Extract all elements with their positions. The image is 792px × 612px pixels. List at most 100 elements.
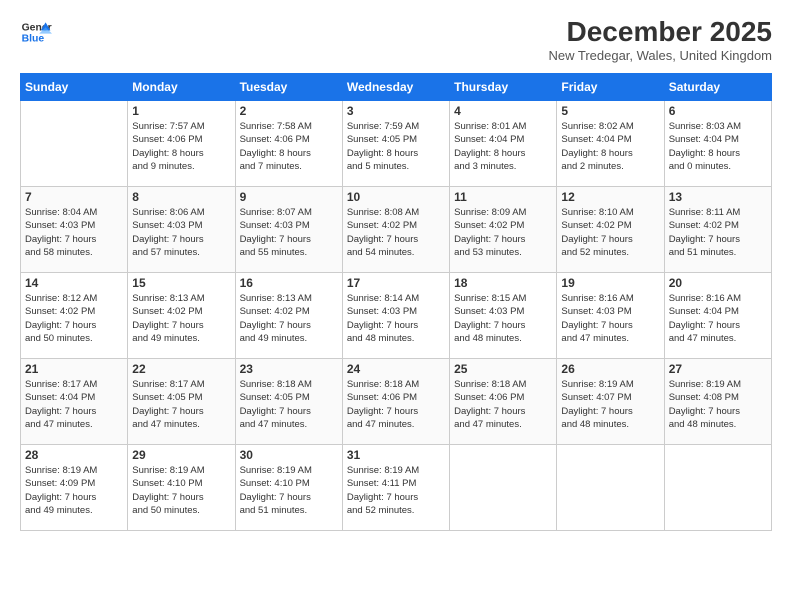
day-number: 4 [454, 104, 552, 118]
day-info: Sunrise: 8:18 AM Sunset: 4:06 PM Dayligh… [347, 378, 445, 431]
day-number: 31 [347, 448, 445, 462]
calendar-cell: 26 Sunrise: 8:19 AM Sunset: 4:07 PM Dayli… [557, 359, 664, 445]
day-number: 12 [561, 190, 659, 204]
day-info: Sunrise: 7:57 AM Sunset: 4:06 PM Dayligh… [132, 120, 230, 173]
day-info: Sunrise: 8:03 AM Sunset: 4:04 PM Dayligh… [669, 120, 767, 173]
calendar-table: SundayMondayTuesdayWednesdayThursdayFrid… [20, 73, 772, 531]
logo-icon: General Blue [20, 16, 52, 48]
calendar-cell: 7 Sunrise: 8:04 AM Sunset: 4:03 PM Daylig… [21, 187, 128, 273]
calendar-cell: 25 Sunrise: 8:18 AM Sunset: 4:06 PM Dayli… [450, 359, 557, 445]
location-subtitle: New Tredegar, Wales, United Kingdom [548, 48, 772, 63]
day-number: 5 [561, 104, 659, 118]
calendar-cell: 22 Sunrise: 8:17 AM Sunset: 4:05 PM Dayli… [128, 359, 235, 445]
calendar-week-4: 21Sunrise: 8:17 AM Sunset: 4:04 PM Dayli… [21, 359, 772, 445]
day-number: 14 [25, 276, 123, 290]
day-number: 26 [561, 362, 659, 376]
calendar-cell: 19 Sunrise: 8:16 AM Sunset: 4:03 PM Dayli… [557, 273, 664, 359]
day-info: Sunrise: 8:12 AM Sunset: 4:02 PM Dayligh… [25, 292, 123, 345]
calendar-cell: 31 Sunrise: 8:19 AM Sunset: 4:11 PM Dayli… [342, 445, 449, 531]
calendar-cell [450, 445, 557, 531]
calendar-cell [664, 445, 771, 531]
day-info: Sunrise: 8:04 AM Sunset: 4:03 PM Dayligh… [25, 206, 123, 259]
svg-text:Blue: Blue [22, 34, 45, 45]
calendar-cell: 17Sunrise: 8:14 AM Sunset: 4:03 PM Dayli… [342, 273, 449, 359]
day-number: 30 [240, 448, 338, 462]
day-info: Sunrise: 7:58 AM Sunset: 4:06 PM Dayligh… [240, 120, 338, 173]
weekday-header-friday: Friday [557, 74, 664, 101]
day-number: 6 [669, 104, 767, 118]
day-info: Sunrise: 8:17 AM Sunset: 4:05 PM Dayligh… [132, 378, 230, 431]
day-info: Sunrise: 7:59 AM Sunset: 4:05 PM Dayligh… [347, 120, 445, 173]
day-info: Sunrise: 8:15 AM Sunset: 4:03 PM Dayligh… [454, 292, 552, 345]
weekday-header-wednesday: Wednesday [342, 74, 449, 101]
calendar-week-2: 7 Sunrise: 8:04 AM Sunset: 4:03 PM Daylig… [21, 187, 772, 273]
weekday-header-saturday: Saturday [664, 74, 771, 101]
day-info: Sunrise: 8:16 AM Sunset: 4:03 PM Dayligh… [561, 292, 659, 345]
calendar-cell: 2 Sunrise: 7:58 AM Sunset: 4:06 PM Daylig… [235, 101, 342, 187]
weekday-header-tuesday: Tuesday [235, 74, 342, 101]
day-info: Sunrise: 8:16 AM Sunset: 4:04 PM Dayligh… [669, 292, 767, 345]
day-info: Sunrise: 8:19 AM Sunset: 4:07 PM Dayligh… [561, 378, 659, 431]
calendar-cell: 24 Sunrise: 8:18 AM Sunset: 4:06 PM Dayli… [342, 359, 449, 445]
day-number: 2 [240, 104, 338, 118]
calendar-week-5: 28Sunrise: 8:19 AM Sunset: 4:09 PM Dayli… [21, 445, 772, 531]
day-info: Sunrise: 8:09 AM Sunset: 4:02 PM Dayligh… [454, 206, 552, 259]
page: General Blue December 2025 New Tredegar,… [0, 0, 792, 612]
calendar-cell: 1 Sunrise: 7:57 AM Sunset: 4:06 PM Daylig… [128, 101, 235, 187]
day-number: 1 [132, 104, 230, 118]
day-info: Sunrise: 8:13 AM Sunset: 4:02 PM Dayligh… [240, 292, 338, 345]
calendar-cell: 8 Sunrise: 8:06 AM Sunset: 4:03 PM Daylig… [128, 187, 235, 273]
day-number: 28 [25, 448, 123, 462]
logo: General Blue [20, 16, 52, 48]
day-info: Sunrise: 8:19 AM Sunset: 4:10 PM Dayligh… [132, 464, 230, 517]
day-info: Sunrise: 8:11 AM Sunset: 4:02 PM Dayligh… [669, 206, 767, 259]
calendar-cell: 18 Sunrise: 8:15 AM Sunset: 4:03 PM Dayli… [450, 273, 557, 359]
calendar-week-1: 1 Sunrise: 7:57 AM Sunset: 4:06 PM Daylig… [21, 101, 772, 187]
calendar-cell: 27Sunrise: 8:19 AM Sunset: 4:08 PM Dayli… [664, 359, 771, 445]
day-info: Sunrise: 8:18 AM Sunset: 4:06 PM Dayligh… [454, 378, 552, 431]
day-number: 16 [240, 276, 338, 290]
calendar-cell: 23Sunrise: 8:18 AM Sunset: 4:05 PM Dayli… [235, 359, 342, 445]
day-info: Sunrise: 8:08 AM Sunset: 4:02 PM Dayligh… [347, 206, 445, 259]
day-info: Sunrise: 8:06 AM Sunset: 4:03 PM Dayligh… [132, 206, 230, 259]
day-number: 13 [669, 190, 767, 204]
day-info: Sunrise: 8:02 AM Sunset: 4:04 PM Dayligh… [561, 120, 659, 173]
calendar-cell: 3Sunrise: 7:59 AM Sunset: 4:05 PM Daylig… [342, 101, 449, 187]
day-number: 19 [561, 276, 659, 290]
day-number: 7 [25, 190, 123, 204]
weekday-header-monday: Monday [128, 74, 235, 101]
day-number: 24 [347, 362, 445, 376]
calendar-cell: 9 Sunrise: 8:07 AM Sunset: 4:03 PM Daylig… [235, 187, 342, 273]
day-info: Sunrise: 8:19 AM Sunset: 4:08 PM Dayligh… [669, 378, 767, 431]
calendar-cell: 21Sunrise: 8:17 AM Sunset: 4:04 PM Dayli… [21, 359, 128, 445]
day-number: 8 [132, 190, 230, 204]
calendar-cell: 12 Sunrise: 8:10 AM Sunset: 4:02 PM Dayli… [557, 187, 664, 273]
day-number: 21 [25, 362, 123, 376]
day-number: 9 [240, 190, 338, 204]
calendar-cell: 11Sunrise: 8:09 AM Sunset: 4:02 PM Dayli… [450, 187, 557, 273]
calendar-cell: 13 Sunrise: 8:11 AM Sunset: 4:02 PM Dayli… [664, 187, 771, 273]
day-number: 22 [132, 362, 230, 376]
day-info: Sunrise: 8:14 AM Sunset: 4:03 PM Dayligh… [347, 292, 445, 345]
calendar-cell: 6 Sunrise: 8:03 AM Sunset: 4:04 PM Daylig… [664, 101, 771, 187]
day-number: 29 [132, 448, 230, 462]
day-number: 18 [454, 276, 552, 290]
day-info: Sunrise: 8:07 AM Sunset: 4:03 PM Dayligh… [240, 206, 338, 259]
calendar-cell: 20 Sunrise: 8:16 AM Sunset: 4:04 PM Dayli… [664, 273, 771, 359]
calendar-cell: 28Sunrise: 8:19 AM Sunset: 4:09 PM Dayli… [21, 445, 128, 531]
calendar-cell: 29 Sunrise: 8:19 AM Sunset: 4:10 PM Dayli… [128, 445, 235, 531]
calendar-cell [557, 445, 664, 531]
weekday-header-thursday: Thursday [450, 74, 557, 101]
day-info: Sunrise: 8:19 AM Sunset: 4:11 PM Dayligh… [347, 464, 445, 517]
day-info: Sunrise: 8:10 AM Sunset: 4:02 PM Dayligh… [561, 206, 659, 259]
day-number: 15 [132, 276, 230, 290]
weekday-header-sunday: Sunday [21, 74, 128, 101]
calendar-cell: 4 Sunrise: 8:01 AM Sunset: 4:04 PM Daylig… [450, 101, 557, 187]
calendar-week-3: 14 Sunrise: 8:12 AM Sunset: 4:02 PM Dayli… [21, 273, 772, 359]
month-title: December 2025 [548, 16, 772, 48]
day-number: 25 [454, 362, 552, 376]
day-number: 20 [669, 276, 767, 290]
day-info: Sunrise: 8:01 AM Sunset: 4:04 PM Dayligh… [454, 120, 552, 173]
calendar-cell: 30 Sunrise: 8:19 AM Sunset: 4:10 PM Dayli… [235, 445, 342, 531]
day-info: Sunrise: 8:19 AM Sunset: 4:10 PM Dayligh… [240, 464, 338, 517]
